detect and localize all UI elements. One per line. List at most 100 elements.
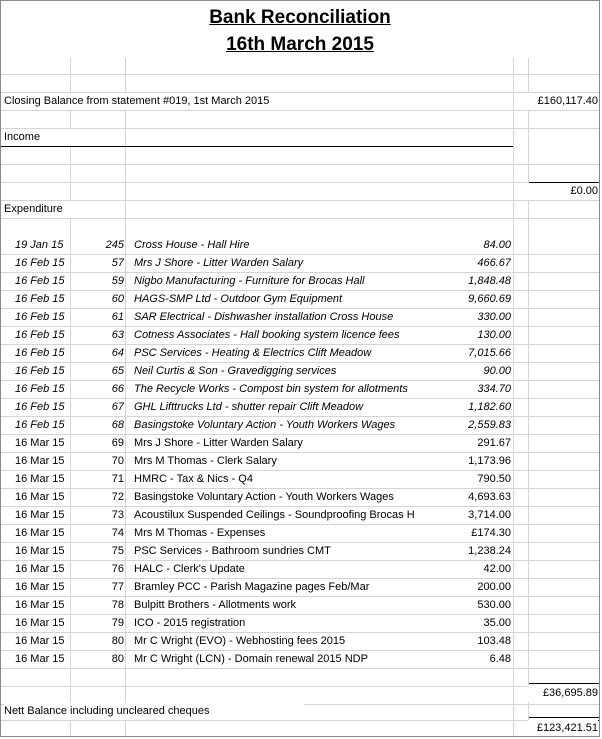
table-row: 16 Mar 15 80 Mr C Wright (LCN) - Domain re… bbox=[1, 651, 599, 668]
table-row: 16 Mar 15 80 Mr C Wright (EVO) - Webhostin… bbox=[1, 633, 599, 650]
row-date: 16 Mar 15 bbox=[15, 617, 65, 629]
row-amount: 1,848.48 bbox=[468, 275, 511, 287]
row-date: 16 Mar 15 bbox=[15, 545, 65, 557]
row-date: 16 Feb 15 bbox=[15, 365, 65, 377]
table-row: 16 Feb 15 60 HAGS-SMP Ltd - Outdoor Gym Eq… bbox=[1, 291, 599, 308]
table-row: 16 Mar 15 70 Mrs M Thomas - Clerk Salary 1,… bbox=[1, 453, 599, 470]
row-cheque-number: 78 bbox=[111, 599, 124, 611]
row-amount: 84.00 bbox=[483, 239, 511, 251]
table-row: 16 Feb 15 64 PSC Services - Heating & Elec… bbox=[1, 345, 599, 362]
row-description: PSC Services - Heating & Electrics Clift… bbox=[134, 347, 372, 359]
row-date: 16 Feb 15 bbox=[15, 311, 65, 323]
row-cheque-number: 80 bbox=[111, 653, 124, 665]
row-date: 16 Mar 15 bbox=[15, 455, 65, 467]
table-row: 16 Feb 15 61 SAR Electrical - Dishwasher i… bbox=[1, 309, 599, 326]
row-amount: 2,559.83 bbox=[468, 419, 511, 431]
table-row: 16 Feb 15 66 The Recycle Works - Compost b… bbox=[1, 381, 599, 398]
table-row: 16 Mar 15 69 Mrs J Shore - Litter Warden S… bbox=[1, 435, 599, 452]
row-amount: 42.00 bbox=[483, 563, 511, 575]
row-date: 16 Feb 15 bbox=[15, 329, 65, 341]
row-description: Acoustilux Suspended Ceilings - Soundpro… bbox=[134, 509, 415, 521]
row-date: 16 Feb 15 bbox=[15, 293, 65, 305]
grid-row-line bbox=[1, 720, 599, 721]
income-underline bbox=[1, 146, 513, 147]
income-total: £0.00 bbox=[528, 183, 598, 200]
table-row: 16 Mar 15 78 Bulpitt Brothers - Allotments… bbox=[1, 597, 599, 614]
row-amount: 1,173.96 bbox=[468, 455, 511, 467]
row-description: Bramley PCC - Parish Magazine pages Feb/… bbox=[134, 581, 370, 593]
row-description: Cross House - Hall Hire bbox=[134, 239, 250, 251]
table-row: 16 Feb 15 65 Neil Curtis & Son - Gravedigg… bbox=[1, 363, 599, 380]
row-description: Mrs J Shore - Litter Warden Salary bbox=[134, 257, 304, 269]
row-date: 16 Mar 15 bbox=[15, 581, 65, 593]
row-description: Mrs J Shore - Litter Warden Salary bbox=[134, 437, 303, 449]
row-date: 19 Jan 15 bbox=[15, 239, 64, 251]
row-amount: 334.70 bbox=[477, 383, 511, 395]
row-amount: 1,238.24 bbox=[468, 545, 511, 557]
row-amount: 6.48 bbox=[489, 653, 511, 665]
row-amount: 291.67 bbox=[477, 437, 511, 449]
row-description: Mr C Wright (LCN) - Domain renewal 2015 … bbox=[134, 653, 368, 665]
row-amount: 466.67 bbox=[477, 257, 511, 269]
row-date: 16 Mar 15 bbox=[15, 527, 65, 539]
row-description: Neil Curtis & Son - Gravedigging service… bbox=[134, 365, 337, 377]
row-cheque-number: 79 bbox=[111, 617, 124, 629]
closing-balance-value: £160,117.40 bbox=[528, 93, 598, 110]
report-date-text: 16th March 2015 bbox=[226, 34, 374, 55]
row-description: Cotness Associates - Hall booking system… bbox=[134, 329, 400, 341]
row-description: Bulpitt Brothers - Allotments work bbox=[134, 599, 297, 611]
row-date: 16 Feb 15 bbox=[15, 347, 65, 359]
grid-row-line bbox=[1, 164, 599, 165]
row-cheque-number: 61 bbox=[111, 311, 124, 323]
row-amount: 130.00 bbox=[477, 329, 511, 341]
row-description: HMRC - Tax & Nics - Q4 bbox=[134, 473, 253, 485]
row-date: 16 Mar 15 bbox=[15, 635, 65, 647]
row-amount: 103.48 bbox=[477, 635, 511, 647]
row-cheque-number: 245 bbox=[105, 239, 124, 251]
report-title-text: Bank Reconciliation bbox=[209, 7, 391, 28]
expenditure-label: Expenditure bbox=[4, 201, 104, 218]
row-description: Nigbo Manufacturing - Furniture for Broc… bbox=[134, 275, 365, 287]
spreadsheet: Bank Reconciliation 16th March 2015 Clos… bbox=[0, 0, 600, 737]
row-amount: 35.00 bbox=[483, 617, 511, 629]
table-row: 16 Feb 15 57 Mrs J Shore - Litter Warden S… bbox=[1, 255, 599, 272]
row-description: Mr C Wright (EVO) - Webhosting fees 2015 bbox=[134, 635, 346, 647]
row-description: HAGS-SMP Ltd - Outdoor Gym Equipment bbox=[134, 293, 343, 305]
row-description: Mrs M Thomas - Clerk Salary bbox=[134, 455, 277, 467]
report-date: 16th March 2015 bbox=[1, 34, 599, 58]
row-description: PSC Services - Bathroom sundries CMT bbox=[134, 545, 331, 557]
row-cheque-number: 71 bbox=[111, 473, 124, 485]
row-description: Basingstoke Voluntary Action - Youth Wor… bbox=[134, 491, 394, 503]
row-date: 16 Mar 15 bbox=[15, 437, 65, 449]
nett-balance-value: £123,421.51 bbox=[528, 720, 598, 736]
row-cheque-number: 59 bbox=[111, 275, 124, 287]
table-row: 16 Mar 15 79 ICO - 2015 registration 35.00 bbox=[1, 615, 599, 632]
row-cheque-number: 70 bbox=[111, 455, 124, 467]
grid-row-line bbox=[1, 686, 599, 687]
grid-row-line bbox=[1, 218, 599, 219]
income-label: Income bbox=[4, 129, 104, 146]
grid-row-line bbox=[1, 74, 599, 75]
row-amount: 530.00 bbox=[477, 599, 511, 611]
row-date: 16 Mar 15 bbox=[15, 473, 65, 485]
row-cheque-number: 64 bbox=[111, 347, 124, 359]
expenditure-total: £36,695.89 bbox=[528, 685, 598, 702]
row-date: 16 Feb 15 bbox=[15, 383, 65, 395]
row-cheque-number: 72 bbox=[111, 491, 124, 503]
table-row: 16 Mar 15 77 Bramley PCC - Parish Magazine… bbox=[1, 579, 599, 596]
row-cheque-number: 74 bbox=[111, 527, 124, 539]
row-description: HALC - Clerk's Update bbox=[134, 563, 245, 575]
grid-row-line bbox=[1, 182, 599, 183]
grid-row-line bbox=[1, 110, 599, 111]
row-description: The Recycle Works - Compost bin system f… bbox=[134, 383, 408, 395]
table-row: 16 Mar 15 73 Acoustilux Suspended Ceilings… bbox=[1, 507, 599, 524]
table-row: 16 Feb 15 59 Nigbo Manufacturing - Furnitu… bbox=[1, 273, 599, 290]
row-amount: 4,693.63 bbox=[468, 491, 511, 503]
grid-row-line bbox=[1, 650, 599, 651]
row-amount: 200.00 bbox=[477, 581, 511, 593]
table-row: 16 Feb 15 63 Cotness Associates - Hall boo… bbox=[1, 327, 599, 344]
row-cheque-number: 75 bbox=[111, 545, 124, 557]
row-description: Basingstoke Voluntary Action - Youth Wor… bbox=[134, 419, 396, 431]
row-cheque-number: 67 bbox=[111, 401, 124, 413]
table-row: 16 Mar 15 75 PSC Services - Bathroom sundr… bbox=[1, 543, 599, 560]
